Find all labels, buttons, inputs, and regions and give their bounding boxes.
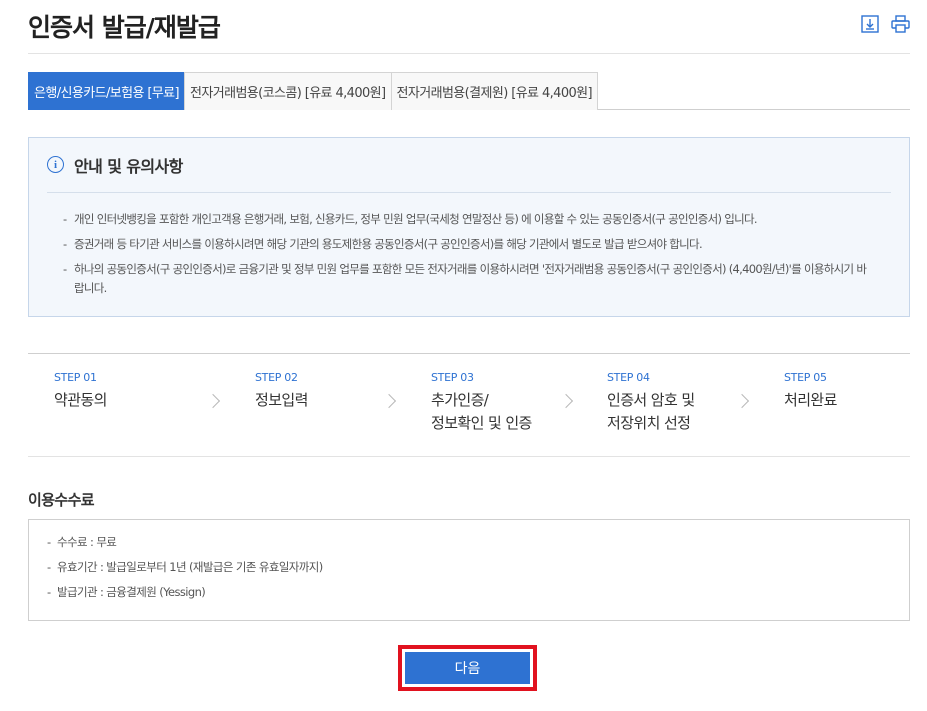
next-button[interactable]: 다음 — [405, 652, 530, 684]
info-icon: i — [47, 156, 64, 173]
fee-item: 유효기간 : 발급일로부터 1년 (재발급은 기존 유효일자까지) — [47, 559, 323, 575]
step-number: STEP 03 — [431, 371, 474, 384]
notice-item: 증권거래 등 타기관 서비스를 이용하시려면 해당 기관의 용도제한용 공동인증… — [63, 235, 869, 254]
tab-kftc[interactable]: 전자거래범용(결제원) [유료 4,400원] — [390, 72, 598, 110]
cert-type-tabs: 은행/신용카드/보험용 [무료] 전자거래범용(코스콤) [유료 4,400원]… — [28, 72, 910, 110]
step-label: 인증서 암호 및 저장위치 선정 — [607, 391, 695, 432]
fee-item: 발급기관 : 금융결제원 (Yessign) — [47, 584, 323, 600]
step-number: STEP 02 — [255, 371, 298, 384]
tab-bank-card-insurance[interactable]: 은행/신용카드/보험용 [무료] — [28, 72, 185, 110]
step-label: 약관동의 — [54, 391, 107, 409]
step-05: STEP 05 처리완료 — [784, 371, 837, 412]
header-icons — [860, 14, 910, 34]
step-number: STEP 05 — [784, 371, 827, 384]
step-04: STEP 04 인증서 암호 및 저장위치 선정 — [607, 371, 695, 435]
step-number: STEP 04 — [607, 371, 650, 384]
progress-steps: STEP 01 약관동의 STEP 02 정보입력 STEP 03 추가인증/정… — [28, 353, 910, 457]
step-number: STEP 01 — [54, 371, 97, 384]
chevron-right-icon — [381, 393, 397, 409]
step-02: STEP 02 정보입력 — [255, 371, 308, 412]
page-header: 인증서 발급/재발급 — [28, 0, 910, 54]
fee-box: 수수료 : 무료 유효기간 : 발급일로부터 1년 (재발급은 기존 유효일자까… — [28, 519, 910, 621]
chevron-right-icon — [734, 393, 750, 409]
download-icon[interactable] — [860, 14, 880, 34]
notice-title: 안내 및 유의사항 — [74, 157, 183, 176]
chevron-right-icon — [558, 393, 574, 409]
print-icon[interactable] — [890, 14, 910, 34]
notice-item: 개인 인터넷뱅킹을 포함한 개인고객용 은행거래, 보험, 신용카드, 정부 민… — [63, 210, 869, 229]
notice-box: i 안내 및 유의사항 개인 인터넷뱅킹을 포함한 개인고객용 은행거래, 보험… — [28, 137, 910, 317]
step-label: 정보입력 — [255, 391, 308, 409]
step-03: STEP 03 추가인증/정보확인 및 인증 — [431, 371, 532, 435]
step-01: STEP 01 약관동의 — [54, 371, 107, 412]
fee-title: 이용수수료 — [28, 491, 95, 509]
page-title: 인증서 발급/재발급 — [28, 13, 221, 42]
notice-list: 개인 인터넷뱅킹을 포함한 개인고객용 은행거래, 보험, 신용카드, 정부 민… — [63, 210, 869, 304]
tab-koscom[interactable]: 전자거래범용(코스콤) [유료 4,400원] — [184, 72, 392, 110]
fee-item: 수수료 : 무료 — [47, 534, 323, 550]
chevron-right-icon — [205, 393, 221, 409]
notice-header: i 안내 및 유의사항 — [47, 153, 891, 193]
step-label: 처리완료 — [784, 391, 837, 409]
fee-list: 수수료 : 무료 유효기간 : 발급일로부터 1년 (재발급은 기존 유효일자까… — [47, 534, 323, 609]
next-button-highlight: 다음 — [398, 645, 537, 691]
notice-item: 하나의 공동인증서(구 공인인증서)로 금융기관 및 정부 민원 업무를 포함한… — [63, 260, 869, 298]
step-label: 추가인증/정보확인 및 인증 — [431, 391, 532, 432]
